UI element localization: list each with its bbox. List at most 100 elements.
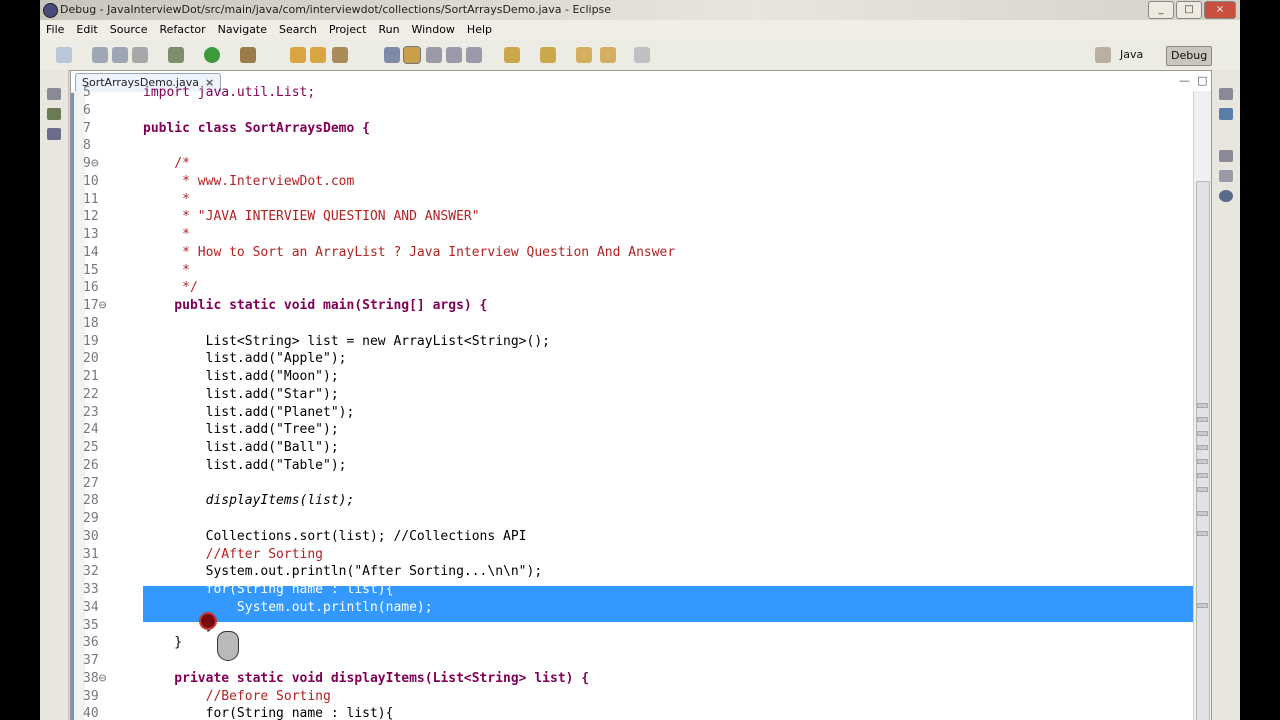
- forward-icon[interactable]: [634, 47, 650, 63]
- code-line-display-items-method: private static void displayItems(List<St…: [143, 671, 590, 686]
- highlight-icon[interactable]: [403, 46, 421, 64]
- window-title: Debug - JavaInterviewDot/src/main/java/c…: [60, 3, 612, 16]
- line-number: 29: [83, 511, 99, 526]
- breakpoints-icon[interactable]: [1219, 190, 1233, 202]
- menu-window[interactable]: Window: [406, 20, 461, 40]
- code-line-for-loop: for(String name : list){: [143, 706, 394, 720]
- occurrence-marker[interactable]: [1197, 431, 1208, 436]
- code-line-comment: *: [143, 227, 190, 242]
- occurrence-marker[interactable]: [1197, 445, 1208, 450]
- letterbox-right: [1240, 0, 1280, 720]
- save-all-icon[interactable]: [112, 47, 128, 63]
- line-number: 22: [83, 387, 99, 402]
- occurrence-marker[interactable]: [1197, 531, 1208, 536]
- back-icon[interactable]: [576, 47, 592, 63]
- code-line-list-add: list.add("Planet");: [143, 405, 355, 420]
- line-number: 16: [83, 280, 99, 295]
- line-number: 37: [83, 653, 99, 668]
- click-indicator-icon: [199, 612, 217, 630]
- variables-icon[interactable]: [1219, 170, 1233, 182]
- menu-bar: File Edit Source Refactor Navigate Search Proj…: [40, 20, 1240, 40]
- line-number[interactable]: 17⊖: [83, 297, 106, 315]
- code-line-comment: //Before Sorting: [143, 689, 331, 704]
- occurrence-marker[interactable]: [1197, 487, 1208, 492]
- code-line-comment: * How to Sort an ArrayList ? Java Interv…: [143, 245, 676, 260]
- open-type-icon[interactable]: [310, 47, 326, 63]
- show-whitespace-icon[interactable]: [446, 47, 462, 63]
- line-number: 25: [83, 440, 99, 455]
- occurrence-marker[interactable]: [1197, 473, 1208, 478]
- line-number: 12: [83, 209, 99, 224]
- code-line-closing-brace: }: [143, 635, 183, 650]
- save-icon[interactable]: [92, 47, 108, 63]
- restore-right-icon[interactable]: [1219, 88, 1233, 100]
- line-number: 20: [83, 351, 99, 366]
- servers-icon[interactable]: [47, 128, 61, 140]
- new-icon[interactable]: [56, 47, 72, 63]
- debug-icon[interactable]: [168, 47, 184, 63]
- main-toolbar: Java Debug: [40, 40, 1240, 71]
- menu-source[interactable]: Source: [104, 20, 154, 40]
- line-number: 28: [83, 493, 99, 508]
- code-line-for-loop-selected: for(String name : list){: [143, 582, 394, 597]
- line-number: 40: [83, 706, 99, 720]
- perspective-java[interactable]: Java: [1116, 46, 1147, 64]
- occurrence-marker[interactable]: [1197, 603, 1208, 608]
- outline-icon[interactable]: [1219, 108, 1233, 120]
- search-icon[interactable]: [332, 47, 348, 63]
- occurrence-marker[interactable]: [1197, 403, 1208, 408]
- code-line-main-method: public static void main(String[] args) {: [143, 298, 488, 313]
- pilcrow-icon[interactable]: [466, 47, 482, 63]
- external-tools-icon[interactable]: [240, 47, 256, 63]
- previous-annotation-icon[interactable]: [540, 47, 556, 63]
- line-number: 14: [83, 245, 99, 260]
- perspective-debug[interactable]: Debug: [1166, 46, 1213, 66]
- back-dropdown-icon[interactable]: [600, 47, 616, 63]
- debug-view-icon[interactable]: [47, 108, 61, 120]
- code-line-comment: /*: [143, 156, 190, 171]
- line-number: 33: [83, 582, 99, 597]
- run-icon[interactable]: [204, 47, 220, 63]
- line-number[interactable]: 9⊖: [83, 155, 99, 173]
- line-number: 34: [83, 600, 99, 615]
- menu-navigate[interactable]: Navigate: [212, 20, 273, 40]
- close-button[interactable]: ×: [1204, 1, 1236, 19]
- line-number: 24: [83, 422, 99, 437]
- code-area[interactable]: import java.util.List; public class Sort…: [143, 85, 1183, 720]
- vertical-scrollbar[interactable]: [1193, 91, 1211, 720]
- occurrence-marker[interactable]: [1197, 417, 1208, 422]
- print-icon[interactable]: [132, 47, 148, 63]
- menu-help[interactable]: Help: [461, 20, 498, 40]
- minimize-editor-button[interactable]: —: [1179, 74, 1190, 87]
- menu-search[interactable]: Search: [273, 20, 323, 40]
- line-number: 15: [83, 263, 99, 278]
- menu-refactor[interactable]: Refactor: [154, 20, 212, 40]
- next-annotation-icon[interactable]: [504, 47, 520, 63]
- occurrence-marker[interactable]: [1197, 511, 1208, 516]
- line-number: 30: [83, 529, 99, 544]
- menu-project[interactable]: Project: [323, 20, 373, 40]
- minimize-button[interactable]: _: [1148, 1, 1174, 19]
- toggle-mark-occurrences-icon[interactable]: [384, 47, 400, 63]
- scrollbar-thumb[interactable]: [1196, 181, 1210, 720]
- restore-icon[interactable]: [47, 88, 61, 100]
- code-line-list-add: list.add("Ball");: [143, 440, 339, 455]
- menu-file[interactable]: File: [40, 20, 70, 40]
- menu-run[interactable]: Run: [372, 20, 405, 40]
- open-perspective-icon[interactable]: [1095, 47, 1111, 63]
- line-number: 11: [83, 192, 99, 207]
- code-line-comment: * www.InterviewDot.com: [143, 174, 355, 189]
- line-number: 23: [83, 405, 99, 420]
- letterbox-left: [0, 0, 40, 720]
- maximize-editor-button[interactable]: □: [1197, 74, 1207, 87]
- block-selection-icon[interactable]: [426, 47, 442, 63]
- code-line-println-selected: System.out.println(name);: [143, 600, 433, 615]
- new-java-project-icon[interactable]: [290, 47, 306, 63]
- maximize-button[interactable]: □: [1176, 1, 1202, 19]
- restore-bottom-icon[interactable]: [1219, 150, 1233, 162]
- line-number: 32: [83, 564, 99, 579]
- title-bar: Debug - JavaInterviewDot/src/main/java/c…: [40, 0, 1240, 20]
- occurrence-marker[interactable]: [1197, 459, 1208, 464]
- menu-edit[interactable]: Edit: [70, 20, 103, 40]
- line-number[interactable]: 38⊖: [83, 670, 106, 688]
